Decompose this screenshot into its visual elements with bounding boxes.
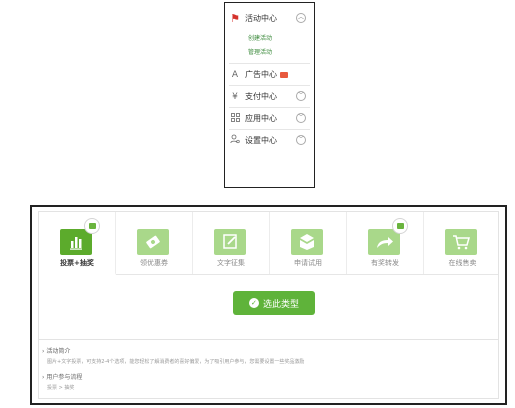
edit-icon: [214, 229, 246, 255]
tab-online-sale[interactable]: 在线售卖: [424, 212, 501, 274]
box-icon: [291, 229, 323, 255]
tab-label: 文字征集: [217, 259, 245, 267]
tab-label: 领优惠券: [140, 259, 168, 267]
tab-label: 申请试用: [294, 259, 322, 267]
select-type-label: 选此类型: [262, 299, 299, 310]
tab-share-reward[interactable]: 有奖转发: [347, 212, 424, 274]
intro-title: › 活动简介: [42, 348, 71, 355]
cart-icon: [445, 229, 477, 255]
menu-ad-center[interactable]: A 广告中心: [225, 64, 314, 85]
chevron-down-icon[interactable]: ﹀: [296, 135, 306, 145]
menu-settings-center[interactable]: 设置中心 ﹀: [225, 130, 314, 151]
gift-icon: [84, 218, 100, 234]
triangle-icon: A: [231, 69, 239, 80]
select-type-button[interactable]: ✓ 选此类型: [233, 291, 315, 315]
section-divider: [39, 339, 498, 340]
tab-vote-lottery[interactable]: 投票+抽奖: [39, 212, 116, 275]
tab-text-collection[interactable]: 文字征集: [193, 212, 270, 274]
new-badge: [280, 71, 288, 78]
chevron-down-icon[interactable]: ﹀: [296, 113, 306, 123]
check-circle-icon: ✓: [248, 298, 259, 308]
menu-settings-center-label: 设置中心: [245, 136, 277, 145]
submenu-manage-activity[interactable]: 管理活动: [248, 47, 272, 56]
tab-apply-trial[interactable]: 申请试用: [270, 212, 347, 274]
tab-label: 在线售卖: [448, 259, 477, 267]
activity-type-panel: 投票+抽奖 领优惠券 文字征集 申请试用 有奖转发 在线售卖 ✓ 选此类型 › …: [30, 205, 507, 405]
activity-type-content: 投票+抽奖 领优惠券 文字征集 申请试用 有奖转发 在线售卖 ✓ 选此类型 › …: [38, 211, 499, 399]
grid-icon: [225, 112, 245, 125]
submenu-create-activity[interactable]: 创建活动: [248, 33, 272, 42]
coupon-icon: [137, 229, 169, 255]
gift-icon: [392, 218, 408, 234]
menu-app-center[interactable]: 应用中心 ﹀: [225, 108, 314, 129]
yen-icon: ¥: [232, 91, 238, 102]
menu-activity-center[interactable]: ⚑ 活动中心 ︿: [225, 8, 314, 29]
flow-title: › 用户参与流程: [42, 374, 83, 381]
menu-app-center-label: 应用中心: [245, 114, 277, 123]
menu-payment-center-label: 支付中心: [245, 92, 277, 101]
menu-ad-center-label: 广告中心: [245, 70, 277, 79]
flow-text: 投票 > 抽奖: [47, 385, 75, 391]
tab-label: 有奖转发: [371, 259, 399, 267]
chevron-down-icon[interactable]: ﹀: [296, 91, 306, 101]
menu-payment-center[interactable]: ¥ 支付中心 ﹀: [225, 86, 314, 107]
activity-type-tabs: 投票+抽奖 领优惠券 文字征集 申请试用 有奖转发 在线售卖: [39, 212, 498, 275]
sidebar-menu: ⚑ 活动中心 ︿ 创建活动 管理活动 A 广告中心 ¥ 支付中心 ﹀ 应用中心 …: [224, 2, 315, 188]
chevron-up-icon[interactable]: ︿: [296, 13, 306, 23]
user-settings-icon: [225, 134, 245, 147]
intro-text: 图片+文字投票，可支持2-4个选项，能您轻松了解消费者的喜好偏爱，为了吸引用户参…: [47, 359, 305, 365]
tab-label: 投票+抽奖: [60, 259, 94, 267]
flag-icon: ⚑: [230, 12, 240, 25]
tab-coupon[interactable]: 领优惠券: [116, 212, 193, 274]
menu-activity-center-label: 活动中心: [245, 14, 277, 23]
